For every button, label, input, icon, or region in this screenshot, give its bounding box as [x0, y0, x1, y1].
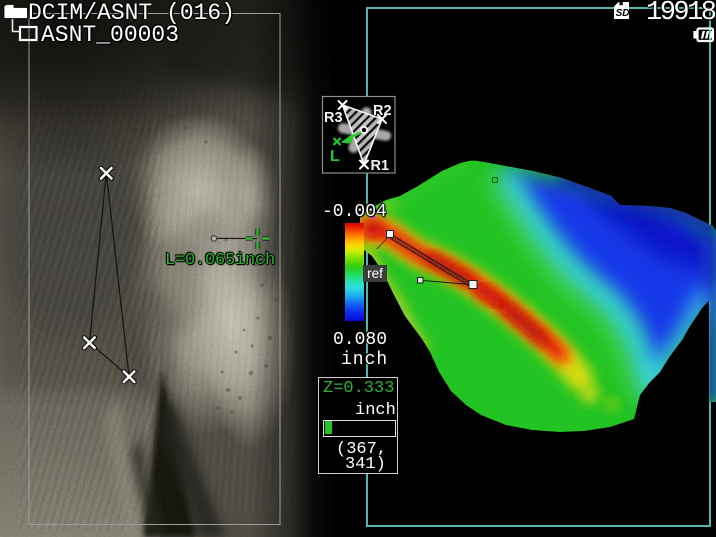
svg-text:R2: R2	[373, 103, 392, 119]
svg-text:R1: R1	[371, 158, 390, 174]
svg-text:R3: R3	[324, 110, 343, 126]
svg-text:SD: SD	[616, 8, 630, 19]
svg-text:L: L	[330, 148, 340, 165]
